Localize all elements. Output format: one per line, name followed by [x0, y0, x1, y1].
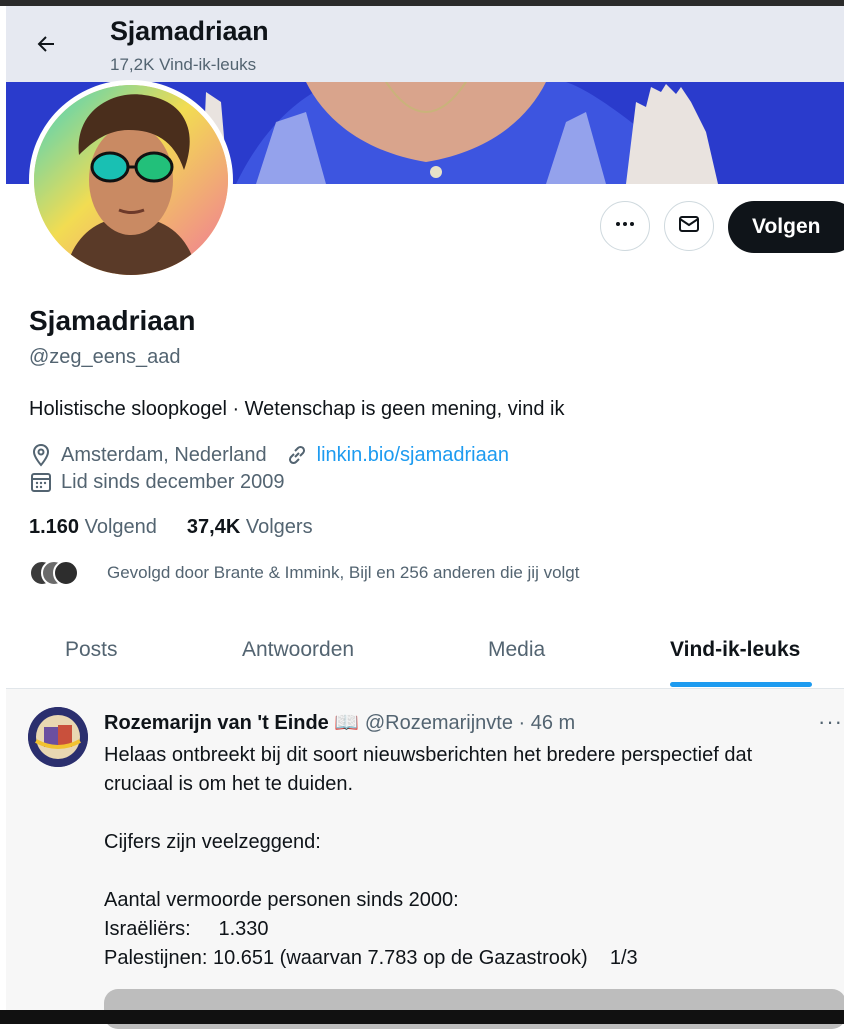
- follower-avatar: [53, 560, 79, 586]
- tweet-text: Helaas ontbreekt bij dit soort nieuwsber…: [104, 741, 844, 973]
- calendar-icon: [29, 470, 53, 494]
- location-icon: [29, 443, 53, 467]
- followed-by-text: Gevolgd door Brante & Immink, Bijl en 25…: [107, 563, 580, 582]
- active-tab-indicator: [670, 682, 812, 687]
- follow-button[interactable]: Volgen: [728, 201, 844, 253]
- mail-icon: [677, 212, 701, 241]
- link-icon: [285, 443, 309, 467]
- profile-stats: 1.160 Volgend 37,4K Volgers: [29, 516, 313, 539]
- tab-media[interactable]: Media: [488, 638, 545, 662]
- tweet[interactable]: Rozemarijn van 't Einde 📖 @Rozemarijnvte…: [6, 689, 844, 1029]
- profile-joined-row: Lid sinds december 2009: [29, 470, 284, 494]
- tweet-line: Cijfers zijn veelzeggend:: [104, 831, 321, 853]
- tweet-author-name[interactable]: Rozemarijn van 't Einde 📖: [104, 712, 359, 734]
- profile-tabs: Posts Antwoorden Media Vind-ik-leuks: [6, 618, 844, 688]
- followed-by-row[interactable]: Gevolgd door Brante & Immink, Bijl en 25…: [29, 560, 579, 586]
- more-options-button[interactable]: [600, 201, 650, 251]
- header-title: Sjamadriaan: [110, 16, 269, 46]
- following-stat[interactable]: 1.160 Volgend: [29, 516, 157, 539]
- message-button[interactable]: [664, 201, 714, 251]
- profile-website-link[interactable]: linkin.bio/sjamadriaan: [317, 444, 509, 467]
- profile-handle: @zeg_eens_aad: [29, 346, 181, 368]
- tweet-line: Israëliërs: 1.330: [104, 918, 269, 940]
- tweet-more-button[interactable]: ···: [818, 709, 843, 735]
- profile-avatar[interactable]: [29, 80, 233, 280]
- tweet-header: Rozemarijn van 't Einde 📖 @Rozemarijnvte…: [104, 710, 575, 735]
- tweet-line: Palestijnen: 10.651 (waarvan 7.783 op de…: [104, 947, 638, 969]
- profile-joined-date: Lid sinds december 2009: [61, 470, 285, 493]
- tweet-line: Helaas ontbreekt bij dit soort nieuwsber…: [104, 744, 753, 766]
- tweet-handle-time[interactable]: @Rozemarijnvte · 46 m: [365, 712, 575, 734]
- tweet-line: Aantal vermoorde personen sinds 2000:: [104, 889, 459, 911]
- profile-header-bar: Sjamadriaan 17,2K Vind-ik-leuks: [6, 6, 844, 82]
- tab-likes[interactable]: Vind-ik-leuks: [670, 638, 800, 662]
- tweet-author-avatar[interactable]: [28, 707, 88, 767]
- more-icon: [613, 212, 637, 241]
- followers-stat[interactable]: 37,4K Volgers: [187, 516, 313, 539]
- profile-name: Sjamadriaan: [29, 305, 196, 336]
- tweet-line: cruciaal is om het te duiden.: [104, 773, 354, 795]
- tab-posts[interactable]: Posts: [65, 638, 118, 662]
- back-arrow-icon[interactable]: [32, 30, 60, 58]
- profile-meta-row: Amsterdam, Nederland linkin.bio/sjamadri…: [29, 443, 509, 467]
- window-bottom-edge: [0, 1010, 844, 1024]
- profile-location: Amsterdam, Nederland: [61, 443, 267, 466]
- tweet-line: [104, 857, 844, 886]
- header-likes-count: 17,2K Vind-ik-leuks: [110, 55, 257, 74]
- profile-bio: Holistische sloopkogel · Wetenschap is g…: [29, 398, 565, 420]
- tweet-line: [104, 799, 844, 828]
- tab-replies[interactable]: Antwoorden: [242, 638, 354, 662]
